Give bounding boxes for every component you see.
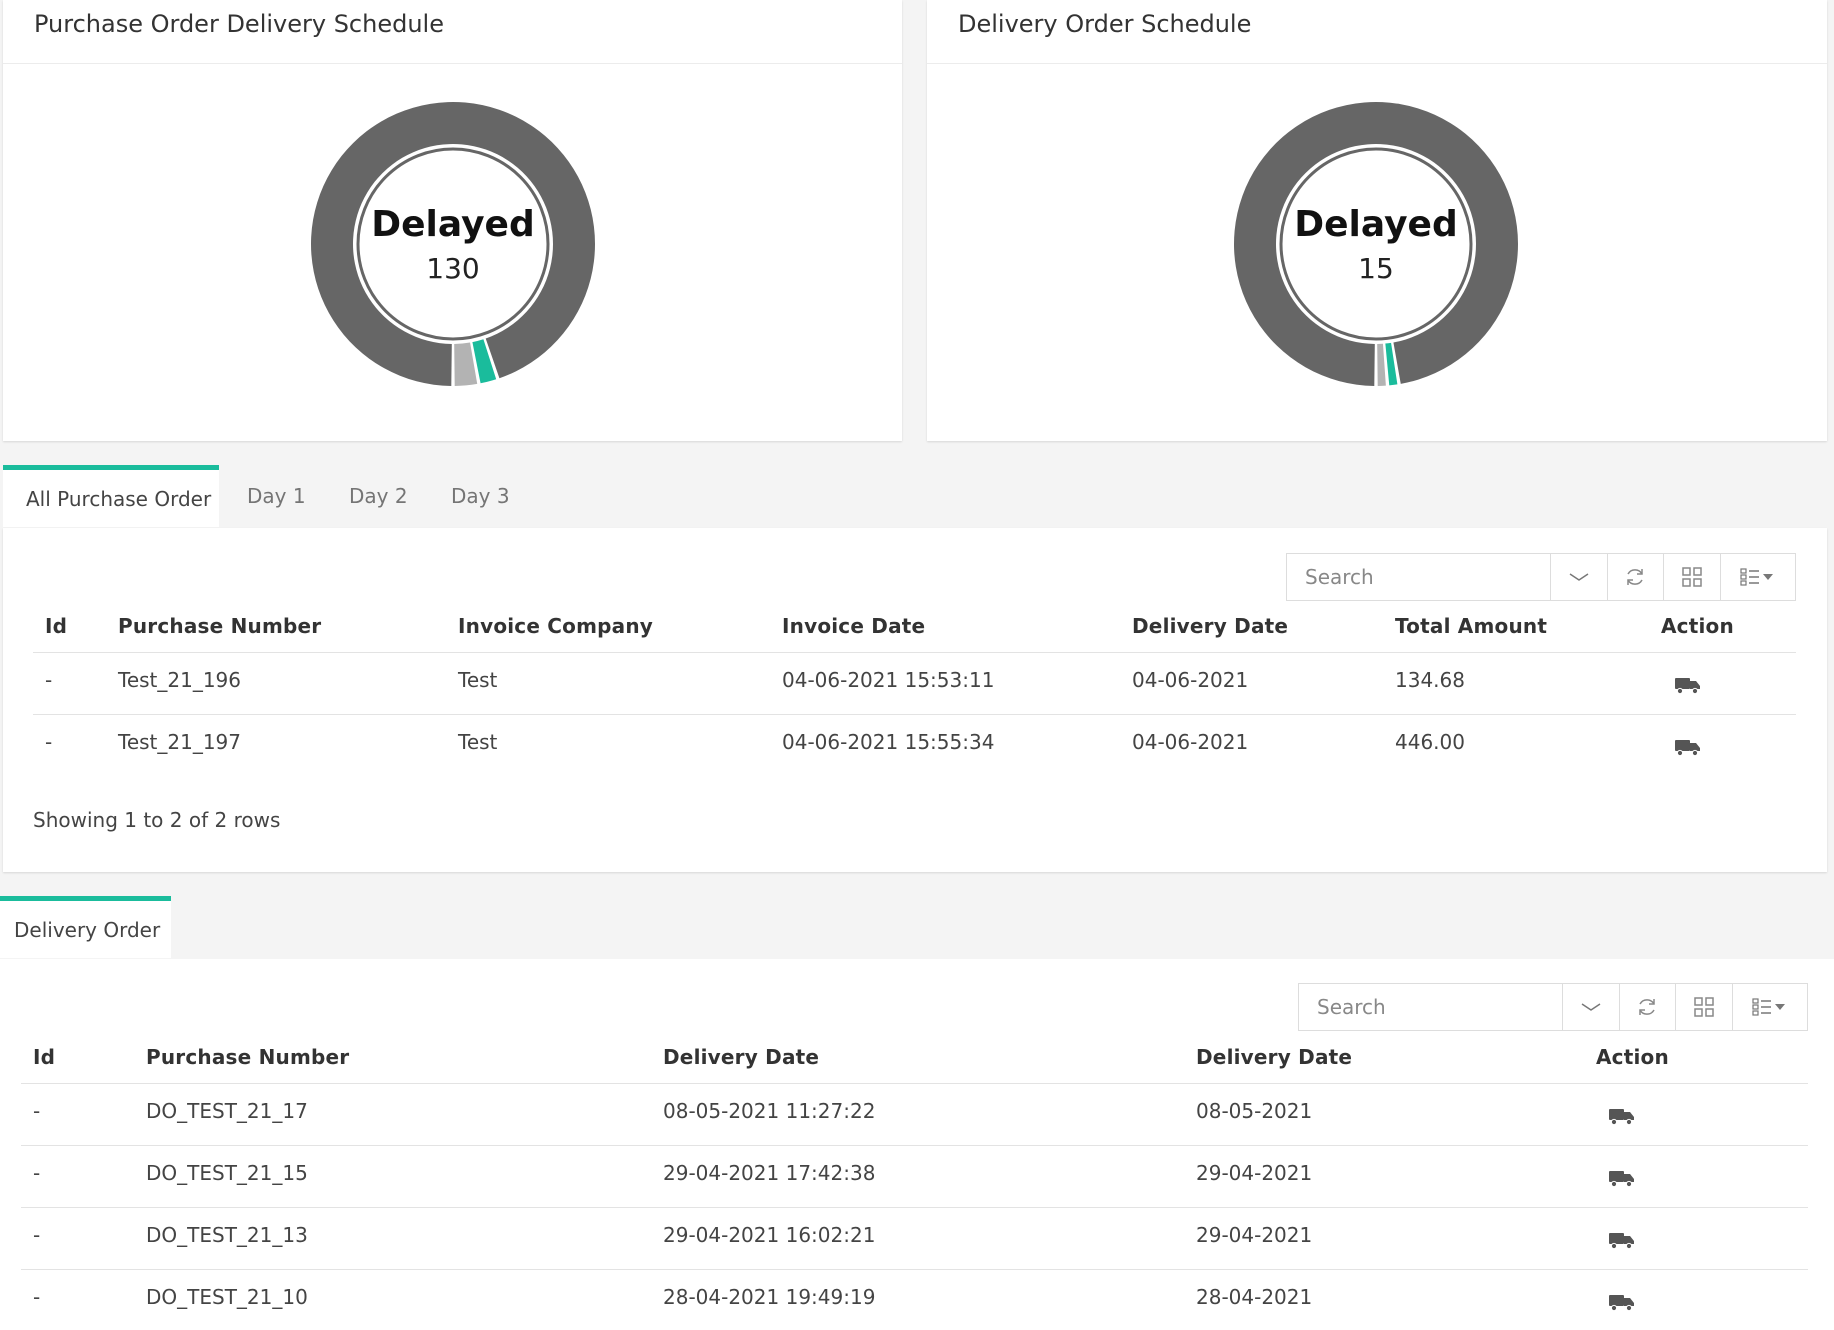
- cell-invoice-date: 04-06-2021 15:55:34: [782, 730, 995, 754]
- cell-delivery-datetime: 08-05-2021 11:27:22: [663, 1099, 876, 1123]
- col-header-action: Action: [1596, 1045, 1669, 1069]
- cell-purchase-number: DO_TEST_21_15: [146, 1161, 308, 1185]
- cell-delivery-date: 28-04-2021: [1196, 1285, 1313, 1309]
- chevron-down-icon[interactable]: [1551, 554, 1608, 600]
- do-tabbar: Delivery Order: [0, 896, 1834, 958]
- header-divider: [21, 1083, 1808, 1084]
- do-donut-chart: Delayed 15: [1234, 101, 1519, 386]
- col-header-delivery-date[interactable]: Delivery Date: [663, 1045, 819, 1069]
- cell-delivery-date: 08-05-2021: [1196, 1099, 1313, 1123]
- column-list-icon[interactable]: [1720, 554, 1796, 600]
- col-header-purchase-number[interactable]: Purchase Number: [146, 1045, 349, 1069]
- cell-delivery-date: 29-04-2021: [1196, 1161, 1313, 1185]
- po-table-area: Id Purchase Number Invoice Company Invoi…: [3, 528, 1827, 872]
- po-donut-chart: Delayed 130: [310, 101, 595, 386]
- chevron-down-icon[interactable]: [1563, 984, 1620, 1030]
- cell-delivery-date: 04-06-2021: [1132, 730, 1249, 754]
- tab-day-3[interactable]: Day 3: [451, 465, 510, 527]
- donut-center-value: 15: [1358, 252, 1394, 285]
- col-header-id[interactable]: Id: [33, 1045, 55, 1069]
- row-divider: [33, 714, 1796, 715]
- row-divider: [21, 1269, 1808, 1270]
- col-header-invoice-date[interactable]: Invoice Date: [782, 614, 925, 638]
- tab-day-1[interactable]: Day 1: [247, 465, 306, 527]
- col-header-action: Action: [1661, 614, 1734, 638]
- col-header-invoice-company[interactable]: Invoice Company: [458, 614, 653, 638]
- row-divider: [21, 1145, 1808, 1146]
- donut-slice-pending[interactable]: [1377, 343, 1386, 386]
- cell-purchase-number: Test_21_197: [118, 730, 242, 754]
- do-toolbar: [1298, 983, 1808, 1031]
- col-header-id[interactable]: Id: [45, 614, 67, 638]
- do-table-area: Id Purchase Number Delivery Date Deliver…: [0, 959, 1834, 1330]
- col-header-delivery-date[interactable]: Delivery Date: [1132, 614, 1288, 638]
- donut-center-label: Delayed: [1294, 204, 1457, 245]
- tab-all-purchase-order[interactable]: All Purchase Order: [3, 465, 219, 527]
- truck-icon[interactable]: [1675, 676, 1701, 694]
- do-search-input[interactable]: [1299, 984, 1563, 1030]
- truck-icon[interactable]: [1609, 1231, 1635, 1249]
- truck-icon[interactable]: [1609, 1293, 1635, 1311]
- po-search-input[interactable]: [1287, 554, 1551, 600]
- column-list-icon[interactable]: [1732, 984, 1808, 1030]
- donut-slice-pending[interactable]: [454, 342, 478, 386]
- tab-delivery-order[interactable]: Delivery Order: [0, 896, 171, 958]
- cell-id: -: [33, 1161, 41, 1185]
- po-toolbar: [1286, 553, 1796, 601]
- donut-center-label: Delayed: [371, 204, 534, 245]
- refresh-icon[interactable]: [1607, 554, 1665, 600]
- do-chart-title: Delivery Order Schedule: [958, 10, 1252, 38]
- truck-icon[interactable]: [1609, 1107, 1635, 1125]
- cell-id: -: [33, 1223, 41, 1247]
- pagination-info: Showing 1 to 2 of 2 rows: [33, 808, 281, 832]
- tab-label: Delivery Order: [14, 917, 161, 942]
- cell-purchase-number: DO_TEST_21_10: [146, 1285, 308, 1309]
- row-divider: [21, 1207, 1808, 1208]
- cell-id: -: [33, 1099, 41, 1123]
- cell-id: -: [45, 730, 53, 754]
- tab-label: Day 1: [247, 484, 306, 508]
- cell-purchase-number: DO_TEST_21_17: [146, 1099, 308, 1123]
- cell-purchase-number: DO_TEST_21_13: [146, 1223, 308, 1247]
- truck-icon[interactable]: [1609, 1169, 1635, 1187]
- cell-delivery-datetime: 28-04-2021 19:49:19: [663, 1285, 876, 1309]
- cell-delivery-date: 29-04-2021: [1196, 1223, 1313, 1247]
- cell-id: -: [45, 668, 53, 692]
- header-divider: [33, 652, 1796, 653]
- grid-icon[interactable]: [1664, 554, 1721, 600]
- po-tabbar: All Purchase Order Day 1 Day 2 Day 3: [0, 465, 1834, 527]
- cell-invoice-company: Test: [458, 668, 498, 692]
- cell-delivery-date: 04-06-2021: [1132, 668, 1249, 692]
- tab-label: Day 2: [349, 484, 408, 508]
- tab-day-2[interactable]: Day 2: [349, 465, 408, 527]
- tab-label: All Purchase Order: [26, 486, 212, 511]
- cell-total-amount: 446.00: [1395, 730, 1465, 754]
- do-chart-panel: Delivery Order Schedule Delayed 15: [927, 0, 1827, 441]
- cell-id: -: [33, 1285, 41, 1309]
- cell-invoice-company: Test: [458, 730, 498, 754]
- truck-icon[interactable]: [1675, 738, 1701, 756]
- po-chart-title: Purchase Order Delivery Schedule: [34, 10, 444, 38]
- donut-center-value: 130: [426, 252, 479, 285]
- refresh-icon[interactable]: [1619, 984, 1677, 1030]
- grid-icon[interactable]: [1676, 984, 1733, 1030]
- po-chart-panel: Purchase Order Delivery Schedule Delayed…: [3, 0, 902, 441]
- col-header-purchase-number[interactable]: Purchase Number: [118, 614, 321, 638]
- col-header-delivery-date-2[interactable]: Delivery Date: [1196, 1045, 1352, 1069]
- tab-label: Day 3: [451, 484, 510, 508]
- cell-purchase-number: Test_21_196: [118, 668, 242, 692]
- col-header-total-amount[interactable]: Total Amount: [1395, 614, 1547, 638]
- cell-delivery-datetime: 29-04-2021 16:02:21: [663, 1223, 876, 1247]
- cell-delivery-datetime: 29-04-2021 17:42:38: [663, 1161, 876, 1185]
- cell-total-amount: 134.68: [1395, 668, 1465, 692]
- cell-invoice-date: 04-06-2021 15:53:11: [782, 668, 995, 692]
